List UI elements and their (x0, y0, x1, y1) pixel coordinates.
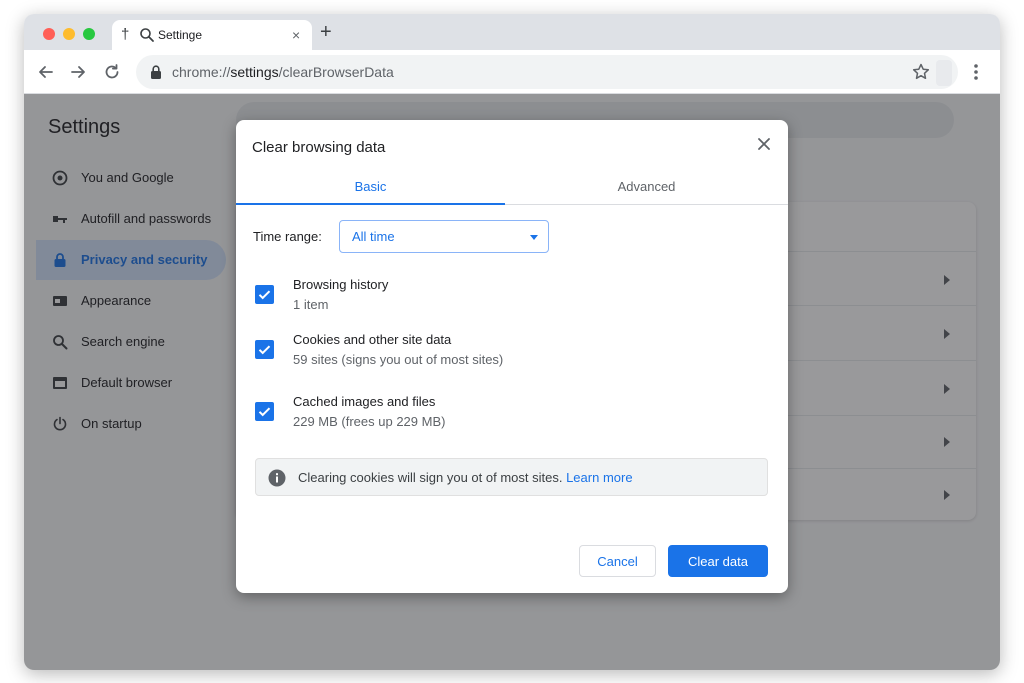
close-icon[interactable] (756, 136, 772, 152)
time-range-select[interactable]: All time (339, 220, 549, 253)
option-subtitle: 59 sites (signs you out of most sites) (293, 352, 504, 367)
extension-slot[interactable] (936, 60, 952, 86)
cached-files-checkbox[interactable] (255, 402, 274, 421)
checkmark-icon (258, 407, 271, 417)
learn-more-link[interactable]: Learn more (566, 470, 632, 485)
info-message: Clearing cookies will sign you ot of mos… (298, 470, 633, 485)
option-title: Cached images and files (293, 394, 436, 409)
cookies-info-box: Clearing cookies will sign you ot of mos… (255, 458, 768, 496)
lock-icon (151, 65, 161, 79)
option-cached-files: Cached images and files 229 MB (frees up… (255, 394, 755, 434)
time-range-label: Time range: (253, 229, 322, 244)
browser-toolbar: chrome://settings/clearBrowserData (24, 50, 1000, 94)
cancel-button[interactable]: Cancel (579, 545, 656, 577)
cookies-checkbox[interactable] (255, 340, 274, 359)
clear-data-button[interactable]: Clear data (668, 545, 768, 577)
option-browsing-history: Browsing history 1 item (255, 277, 755, 317)
tab-title: Settinge (158, 28, 203, 42)
time-range-value: All time (352, 229, 395, 244)
tab-basic[interactable]: Basic (236, 172, 505, 205)
url-text: chrome://settings/clearBrowserData (172, 64, 394, 80)
browser-tab[interactable]: † Settinge × (112, 20, 312, 50)
new-tab-button[interactable]: + (320, 22, 332, 42)
url-host: settings (230, 64, 279, 80)
option-cookies: Cookies and other site data 59 sites (si… (255, 332, 755, 372)
tab-close-button[interactable]: × (292, 27, 300, 43)
clear-browsing-data-dialog: Clear browsing data Basic Advanced Time … (236, 120, 788, 593)
tab-advanced[interactable]: Advanced (505, 172, 788, 205)
browser-window: † Settinge × + chrome://settings/clearBr… (24, 14, 1000, 670)
url-scheme: chrome:// (172, 64, 231, 80)
dialog-title: Clear browsing data (252, 139, 386, 156)
option-title: Browsing history (293, 277, 389, 292)
search-icon (140, 28, 154, 42)
maximize-window-button[interactable] (83, 28, 95, 40)
more-vert-icon[interactable] (968, 62, 984, 82)
forward-arrow-icon[interactable] (68, 62, 88, 82)
option-title: Cookies and other site data (293, 332, 452, 347)
info-icon (268, 469, 286, 487)
address-bar[interactable]: chrome://settings/clearBrowserData (136, 55, 958, 89)
browsing-history-checkbox[interactable] (255, 285, 274, 304)
caret-down-icon (530, 235, 538, 240)
option-subtitle: 229 MB (frees up 229 MB) (293, 414, 446, 429)
option-subtitle: 1 item (293, 297, 329, 312)
dialog-tabs: Basic Advanced (236, 172, 788, 205)
checkmark-icon (258, 290, 271, 300)
cross-icon: † (121, 26, 130, 43)
minimize-window-button[interactable] (63, 28, 75, 40)
back-arrow-icon[interactable] (36, 62, 56, 82)
bookmark-star-icon[interactable] (911, 62, 931, 82)
close-window-button[interactable] (43, 28, 55, 40)
url-path: /clearBrowserData (278, 64, 394, 80)
tab-strip: † Settinge × + (24, 14, 1000, 50)
checkmark-icon (258, 345, 271, 355)
info-text: Clearing cookies will sign you ot of mos… (298, 470, 563, 485)
reload-icon[interactable] (102, 62, 122, 82)
active-tab-indicator (236, 203, 505, 205)
